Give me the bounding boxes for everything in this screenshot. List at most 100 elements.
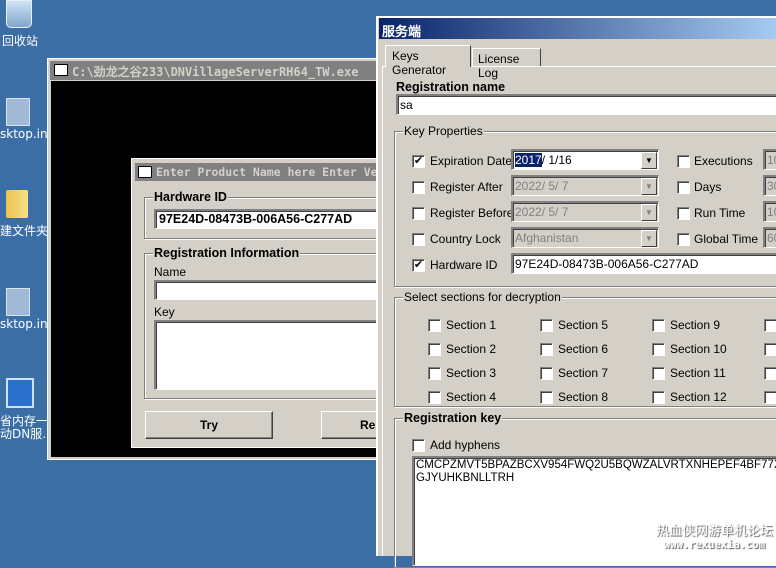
section-checkbox[interactable] <box>764 391 776 404</box>
section-label: Section 11 <box>670 366 726 380</box>
console-title-bar[interactable]: C:\劲龙之谷233\DNVillageServerRH64_TW.exe <box>50 61 387 80</box>
executions-label: Executions <box>694 154 753 168</box>
days-checkbox[interactable] <box>677 181 690 194</box>
section-checkbox[interactable] <box>764 319 776 332</box>
group-label: Select sections for decryption <box>403 290 562 304</box>
section-label: Section 3 <box>446 366 497 380</box>
section-checkbox[interactable] <box>428 343 441 356</box>
registration-info-group: Registration Information Name Key <box>144 246 394 399</box>
register-before-picker[interactable]: 2022/ 5/ 7 ▼ <box>511 201 659 222</box>
section-checkbox[interactable] <box>652 367 665 380</box>
hardware-id-label: Hardware ID <box>430 258 498 272</box>
date-value: 2022/ 5/ 7 <box>515 179 569 193</box>
tab-label: Keys Generator <box>392 49 447 77</box>
global-time-field[interactable]: 60 <box>763 227 776 248</box>
dialog-app-icon <box>138 166 152 178</box>
chevron-down-icon[interactable]: ▼ <box>641 230 657 247</box>
section-checkbox[interactable] <box>540 343 553 356</box>
country-select[interactable]: Afghanistan ▼ <box>511 227 659 248</box>
group-label: Registration key <box>403 411 503 425</box>
section-label: Section 1 <box>446 318 497 332</box>
section-label: Section 4 <box>446 390 497 404</box>
key-properties-group: Key Properties ✔ Expiration Date 2017/ 1… <box>394 124 776 287</box>
register-after-picker[interactable]: 2022/ 5/ 7 ▼ <box>511 175 659 196</box>
executions-value: 10 <box>767 153 776 167</box>
section-checkbox[interactable] <box>540 367 553 380</box>
registration-name-field[interactable]: sa <box>396 94 776 115</box>
hardware-id-value: 97E24D-08473B-006A56-C277AD <box>515 257 699 271</box>
dialog-title-bar[interactable]: Enter Product Name here Enter Ve <box>135 163 386 181</box>
expiration-date-picker[interactable]: 2017/ 1/16 ▼ <box>511 149 659 170</box>
country-lock-label: Country Lock <box>430 232 501 246</box>
watermark: 热血侠网游单机论坛 www.rexuexia.com <box>656 520 773 551</box>
section-label: Section 8 <box>558 390 609 404</box>
run-time-value: 10 <box>767 205 776 219</box>
register-before-checkbox[interactable] <box>412 207 425 220</box>
settings-file-icon[interactable] <box>6 98 30 126</box>
executions-field[interactable]: 10 <box>763 149 776 170</box>
year-selected: 2017 <box>515 153 542 167</box>
section-label: Section 6 <box>558 342 609 356</box>
section-checkbox[interactable] <box>652 343 665 356</box>
sections-group: Select sections for decryption Section 1… <box>394 290 776 407</box>
section-checkbox[interactable] <box>652 391 665 404</box>
section-checkbox[interactable] <box>764 343 776 356</box>
desktop-icon-label: sktop.in <box>0 317 48 331</box>
section-checkbox[interactable] <box>540 319 553 332</box>
run-time-field[interactable]: 10 <box>763 201 776 222</box>
section-label: Section 5 <box>558 318 609 332</box>
hardware-id-field[interactable]: 97E24D-08473B-006A56-C277AD <box>511 253 776 274</box>
shortcut-icon[interactable] <box>6 378 34 408</box>
add-hyphens-label: Add hyphens <box>430 438 501 452</box>
folder-icon[interactable] <box>6 190 28 218</box>
section-label: Section 10 <box>670 342 727 356</box>
name-label: Name <box>154 265 187 279</box>
expiration-date-checkbox[interactable]: ✔ <box>412 155 425 168</box>
date-value: 2022/ 5/ 7 <box>515 205 569 219</box>
server-title-bar[interactable]: 服务端 <box>379 18 776 40</box>
try-button[interactable]: Try <box>145 411 273 439</box>
chevron-down-icon[interactable]: ▼ <box>641 204 657 221</box>
run-time-checkbox[interactable] <box>677 207 690 220</box>
section-checkbox[interactable] <box>428 367 441 380</box>
registration-name-label: Registration name <box>396 80 506 94</box>
global-time-checkbox[interactable] <box>677 233 690 246</box>
product-dialog: Enter Product Name here Enter Ve Hardwar… <box>131 158 401 448</box>
hardware-id-value: 97E24D-08473B-006A56-C277AD <box>159 212 353 226</box>
name-field[interactable] <box>154 280 394 300</box>
section-checkbox[interactable] <box>652 319 665 332</box>
section-checkbox[interactable] <box>428 391 441 404</box>
country-lock-checkbox[interactable] <box>412 233 425 246</box>
section-label: Section 12 <box>670 390 727 404</box>
hardware-id-field[interactable]: 97E24D-08473B-006A56-C277AD <box>154 209 394 229</box>
section-checkbox[interactable] <box>540 391 553 404</box>
days-field[interactable]: 30 <box>763 175 776 196</box>
server-window: 服务端 Keys Generator License Log Registrat… <box>376 16 776 568</box>
section-label: Section 9 <box>670 318 721 332</box>
executions-checkbox[interactable] <box>677 155 690 168</box>
desktop-icon-label: 建文件夹 <box>0 224 49 238</box>
hardware-id-group: Hardware ID 97E24D-08473B-006A56-C277AD <box>144 190 394 239</box>
dialog-title: Enter Product Name here Enter Ve <box>156 165 378 179</box>
tab-keys-generator[interactable]: Keys Generator <box>385 45 471 77</box>
desktop-icon-label: 动DN服.. <box>0 427 50 441</box>
tab-license-log[interactable]: License Log <box>472 48 541 80</box>
add-hyphens-checkbox[interactable] <box>412 439 425 452</box>
chevron-down-icon[interactable]: ▼ <box>641 178 657 195</box>
watermark-line1: 热血侠网游单机论坛 <box>656 524 774 539</box>
expiration-date-label: Expiration Date <box>430 154 513 168</box>
key-field[interactable] <box>154 320 394 390</box>
register-after-checkbox[interactable] <box>412 181 425 194</box>
section-checkbox[interactable] <box>764 367 776 380</box>
key-label: Key <box>154 305 175 319</box>
settings-file-icon[interactable] <box>6 288 30 316</box>
register-before-label: Register Before <box>430 206 514 220</box>
server-title: 服务端 <box>382 25 422 40</box>
recycle-bin-icon[interactable] <box>6 0 32 28</box>
desktop-icon-label: sktop.in <box>0 127 48 141</box>
chevron-down-icon[interactable]: ▼ <box>641 152 657 169</box>
section-checkbox[interactable] <box>428 319 441 332</box>
hardware-id-checkbox[interactable]: ✔ <box>412 259 425 272</box>
section-label: Section 7 <box>558 366 609 380</box>
group-label: Registration Information <box>153 246 301 260</box>
